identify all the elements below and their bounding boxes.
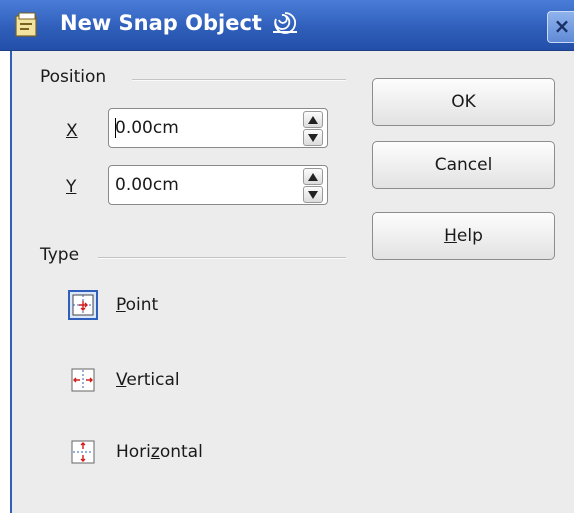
option-point[interactable]: Point <box>116 295 158 315</box>
arrow-down-icon <box>308 191 318 199</box>
y-field[interactable]: 0.00cm <box>108 165 328 205</box>
arrow-down-icon <box>308 134 318 142</box>
close-button[interactable]: × <box>547 11 574 43</box>
x-increment-button[interactable] <box>303 111 323 128</box>
y-value: 0.00cm <box>115 175 179 195</box>
snap-point-icon[interactable] <box>68 290 98 320</box>
type-group-label: Type <box>40 245 80 265</box>
dialog-body: Position X 0.00cm Y 0.00cm Type Point Ve… <box>10 51 574 513</box>
y-decrement-button[interactable] <box>303 186 323 203</box>
title-bar[interactable]: New Snap Object × <box>0 0 574 51</box>
position-separator <box>132 79 346 81</box>
option-vertical[interactable]: Vertical <box>116 370 180 390</box>
cancel-button[interactable]: Cancel <box>372 141 555 189</box>
y-label: Y <box>66 177 77 197</box>
ok-button[interactable]: OK <box>372 78 555 126</box>
text-cursor <box>115 118 116 138</box>
app-icon <box>15 12 37 37</box>
arrow-up-icon <box>308 116 318 124</box>
help-button[interactable]: Help <box>372 212 555 260</box>
arrow-up-icon <box>308 173 318 181</box>
x-value: 0.00cm <box>115 118 179 138</box>
snap-horizontal-icon[interactable] <box>68 437 98 467</box>
new-snap-object-dialog: New Snap Object × Position X 0.00cm Y 0.… <box>0 0 574 513</box>
option-horizontal[interactable]: Horizontal <box>116 442 203 462</box>
close-icon: × <box>553 14 571 38</box>
x-field[interactable]: 0.00cm <box>108 108 328 148</box>
snail-icon <box>273 12 297 34</box>
snap-vertical-icon[interactable] <box>68 365 98 395</box>
type-separator <box>98 257 346 259</box>
position-group-label: Position <box>40 67 107 87</box>
x-decrement-button[interactable] <box>303 129 323 146</box>
x-label: X <box>66 121 78 141</box>
y-increment-button[interactable] <box>303 168 323 185</box>
window-title: New Snap Object <box>60 11 262 35</box>
